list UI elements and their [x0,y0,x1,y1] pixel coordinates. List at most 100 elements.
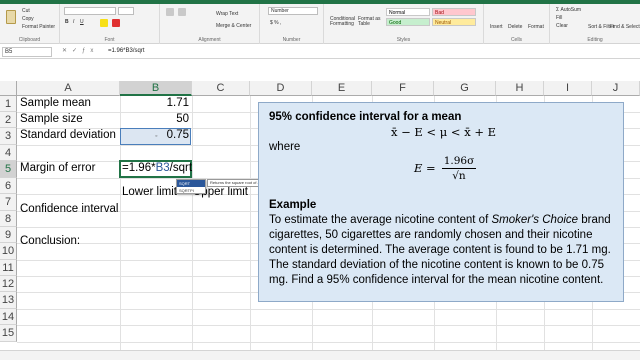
row-header-9[interactable]: 9 [0,227,17,243]
autocomplete-item-sqrt[interactable]: SQRT [177,180,205,187]
paste-icon[interactable] [6,10,16,24]
column-header-h[interactable]: H [496,81,544,96]
insert-button[interactable]: Insert [490,24,503,30]
cell-a7[interactable]: Confidence interval [20,203,118,215]
styles-group: Conditional Formatting Format as Table N… [324,4,484,44]
cells-group: Insert Delete Format Cells [484,4,550,44]
align-top-icon[interactable] [166,8,174,16]
format-button[interactable]: Format [528,24,544,30]
copy-button[interactable]: Copy [22,16,34,22]
style-normal[interactable]: Normal [386,8,430,16]
fill-color-icon[interactable] [100,19,108,27]
font-name-dropdown[interactable] [64,7,116,15]
underline-icon[interactable]: U [80,19,84,25]
fill-button[interactable]: Fill [556,15,562,21]
fraction-numerator: 1.96σ [441,154,477,169]
cells-label: Cells [510,37,523,43]
find-select-button[interactable]: Find & Select [610,24,640,30]
editing-group: Σ AutoSum Fill Clear Sort & Filter Find … [550,4,640,44]
row-header-4[interactable]: 4 [0,145,17,161]
cell-a2[interactable]: Sample size [20,113,83,125]
style-neutral[interactable]: Neutral [432,18,476,26]
cell-b6[interactable]: Lower limit [122,186,177,198]
row-header-10[interactable]: 10 [0,243,17,260]
clear-button[interactable]: Clear [556,23,568,29]
confidence-interval-textbox[interactable]: 95% confidence interval for a mean x̄ − … [258,102,624,302]
autosum-label: AutoSum [560,7,582,13]
format-as-table-button[interactable]: Format as Table [358,17,384,27]
formula-bar: B5 ✕✓ƒx =1.96*B3/sqrt [0,45,640,59]
column-header-j[interactable]: J [592,81,640,96]
cell-b1[interactable]: 1.71 [122,97,189,109]
styles-label: Styles [396,37,411,43]
cell-b2[interactable]: 50 [122,113,189,125]
font-size-dropdown[interactable] [118,7,134,15]
row-header-3[interactable]: 3 [0,128,17,145]
gridline [17,325,640,326]
row-header-7[interactable]: 7 [0,194,17,211]
style-good[interactable]: Good [386,18,430,26]
column-header-b[interactable]: B [120,81,192,96]
column-header-a[interactable]: A [17,81,120,96]
number-format-dropdown[interactable]: Number [268,7,318,15]
column-header-d[interactable]: D [250,81,312,96]
cell-a5[interactable]: Margin of error [20,162,95,174]
row-header-1[interactable]: 1 [0,96,17,112]
row-header-14[interactable]: 14 [0,309,17,325]
e-lhs: E = [414,161,436,175]
gridline [250,96,251,360]
example-heading: Example [269,199,317,211]
currency-icon[interactable]: $ % , [270,20,281,26]
row-header-5[interactable]: 5 [0,161,17,178]
align-middle-icon[interactable] [178,8,186,16]
cell-a3[interactable]: Standard deviation [20,129,116,141]
status-bar [0,350,640,360]
font-group: B I U Font [60,4,160,44]
function-autocomplete[interactable]: SQRT SQRTPI [176,179,206,194]
autosum-button[interactable]: Σ AutoSum [556,7,581,13]
gridline [17,342,640,343]
cell-b5[interactable]: =1.96*B3/sqrt [122,162,192,174]
cell-a9[interactable]: Conclusion: [20,235,80,247]
select-all-corner[interactable] [0,81,17,96]
alignment-label: Alignment [198,37,221,43]
row-header-2[interactable]: 2 [0,112,17,128]
column-header-c[interactable]: C [192,81,250,96]
column-header-i[interactable]: I [544,81,592,96]
delete-button[interactable]: Delete [508,24,522,30]
font-label: Font [104,37,115,43]
fraction: 1.96σ √n [441,154,477,182]
row-header-11[interactable]: 11 [0,260,17,276]
conditional-formatting-button[interactable]: Conditional Formatting [330,17,356,27]
row-header-6[interactable]: 6 [0,178,17,194]
format-painter-button[interactable]: Format Painter [22,24,55,30]
cut-button[interactable]: Cut [22,8,30,14]
cursor-icon: ◦ [155,133,158,140]
fraction-denominator: √n [452,169,466,182]
editing-label: Editing [587,37,603,43]
name-box[interactable]: B5 [2,47,52,57]
formula-input[interactable]: =1.96*B3/sqrt [108,47,145,56]
textbox-title: 95% confidence interval for a mean [269,111,462,123]
bold-icon[interactable]: B [65,19,69,25]
b5-prefix: =1.96* [122,162,156,174]
style-bad[interactable]: Bad [432,8,476,16]
clipboard-label: Clipboard [18,37,41,43]
row-header-12[interactable]: 12 [0,276,17,292]
merge-center-button[interactable]: Merge & Center [216,23,251,29]
example-text: To estimate the average nicotine content… [269,213,619,288]
row-header-8[interactable]: 8 [0,211,17,227]
font-color-icon[interactable] [112,19,120,27]
row-header-15[interactable]: 15 [0,325,17,342]
formula-bar-icons[interactable]: ✕✓ƒx [62,47,98,54]
column-header-e[interactable]: E [312,81,372,96]
cell-a1[interactable]: Sample mean [20,97,91,109]
italic-icon[interactable]: I [73,19,74,25]
row-header-13[interactable]: 13 [0,292,17,309]
b5-suffix: /sqrt [169,162,193,174]
column-header-f[interactable]: F [372,81,434,96]
autocomplete-item-sqrtpi[interactable]: SQRTPI [177,187,205,194]
gridline [17,309,640,310]
wrap-text-button[interactable]: Wrap Text [216,11,238,17]
column-header-g[interactable]: G [434,81,496,96]
